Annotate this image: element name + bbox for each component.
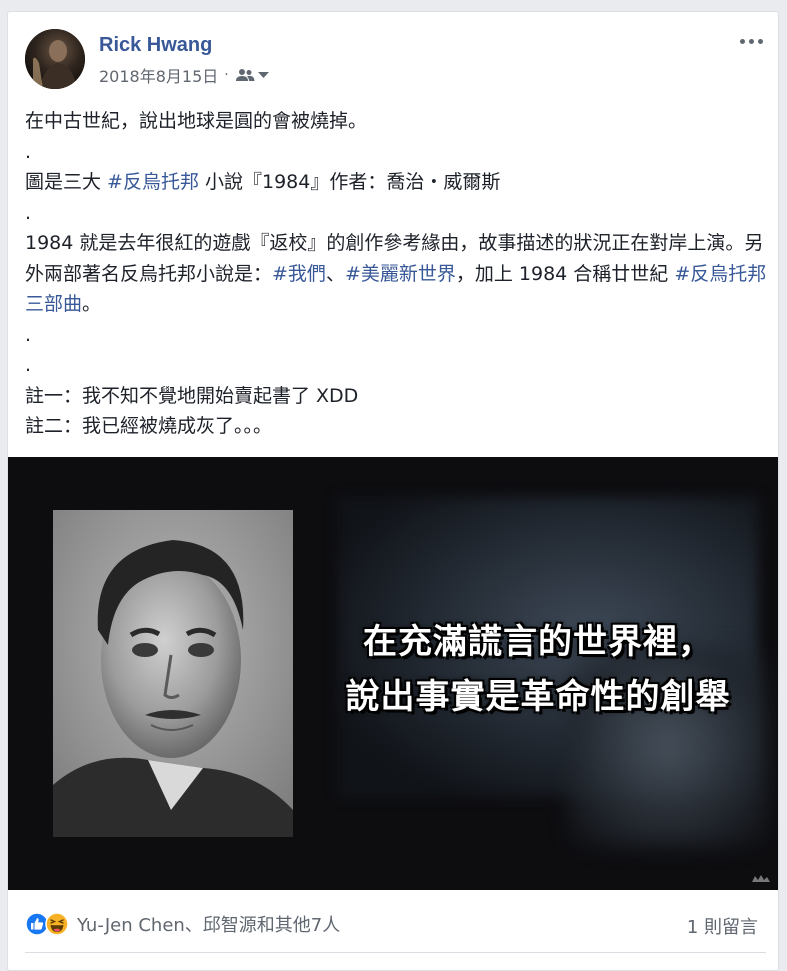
post-text-segment: 註二：我已經被燒成灰了。。。: [25, 415, 273, 437]
post-text-segment: 、: [325, 262, 345, 285]
post-header: Rick Hwang 2018年8月15日 ·: [8, 12, 778, 92]
more-options-icon[interactable]: [736, 30, 766, 52]
post-text-line: 圖是三大 #反烏托邦 小說『1984』作者：喬治・威爾斯: [25, 167, 770, 198]
portrait-photo: [53, 510, 293, 837]
post-text: 在中古世紀，說出地球是圓的會被燒掉。. 圖是三大 #反烏托邦 小說『1984』作者…: [25, 106, 770, 442]
caption-line-2: 說出事實是革命性的創舉: [345, 677, 731, 717]
avatar-image: [25, 29, 85, 89]
post-text-line: 註二：我已經被燒成灰了。。。: [25, 411, 770, 442]
post-text-segment: 註一：我不知不覺地開始賣起書了 XDD: [25, 384, 359, 407]
post-text-segment: 圖是三大: [25, 171, 108, 193]
author-name[interactable]: Rick Hwang: [99, 34, 212, 57]
caption-line-1: 在充滿謊言的世界裡，: [363, 622, 713, 662]
post-text-line: .: [25, 137, 770, 168]
post-text-segment: .: [25, 140, 32, 163]
channel-logo-icon: [752, 875, 770, 882]
hashtag-link[interactable]: #美麗新世界: [345, 263, 456, 285]
post-card: Rick Hwang 2018年8月15日 · 在中古世紀，說出地球是圓的會被燒…: [7, 11, 779, 971]
hashtag-link[interactable]: #我們: [272, 263, 326, 285]
post-text-line: 在中古世紀，說出地球是圓的會被燒掉。: [25, 106, 770, 137]
reactors-names: Yu-Jen Chen、邱智源和其他7人: [77, 915, 341, 936]
post-text-segment: 在中古世紀，說出地球是圓的會被燒掉。: [25, 110, 368, 132]
post-text-segment: 。: [82, 293, 102, 315]
chevron-down-icon: [257, 72, 269, 78]
post-text-line: 註一：我不知不覺地開始賣起書了 XDD: [25, 381, 770, 412]
post-text-segment: .: [25, 323, 32, 346]
post-footer: Yu-Jen Chen、邱智源和其他7人 1 則留言: [8, 890, 778, 954]
reaction-icons: [25, 912, 73, 936]
meta-separator: ·: [224, 67, 229, 83]
avatar[interactable]: [25, 29, 85, 89]
post-text-line: .: [25, 198, 770, 229]
friends-icon[interactable]: [235, 68, 269, 82]
post-meta: 2018年8月15日 ·: [99, 63, 269, 87]
reactions-summary[interactable]: Yu-Jen Chen、邱智源和其他7人: [25, 910, 340, 938]
image-caption: 在充滿謊言的世界裡， 說出事實是革命性的創舉: [308, 615, 768, 725]
haha-icon: [45, 912, 69, 936]
footer-divider: [25, 952, 766, 953]
hashtag-link[interactable]: #反烏托邦: [107, 171, 199, 193]
post-text-line: .: [25, 350, 770, 381]
post-text-segment: 小說『1984』作者：喬治・威爾斯: [198, 171, 501, 193]
post-text-line: .: [25, 320, 770, 351]
post-text-line: 1984 就是去年很紅的遊戲『返校』的創作參考緣由，故事描述的狀況正在對岸上演。…: [25, 228, 770, 320]
post-text-segment: .: [25, 201, 32, 224]
post-text-segment: ，加上 1984 合稱廿世紀: [455, 262, 675, 285]
comments-count[interactable]: 1 則留言: [687, 913, 758, 939]
post-image[interactable]: 在充滿謊言的世界裡， 說出事實是革命性的創舉: [8, 457, 778, 890]
post-date[interactable]: 2018年8月15日: [99, 63, 218, 87]
post-text-segment: .: [25, 354, 32, 376]
